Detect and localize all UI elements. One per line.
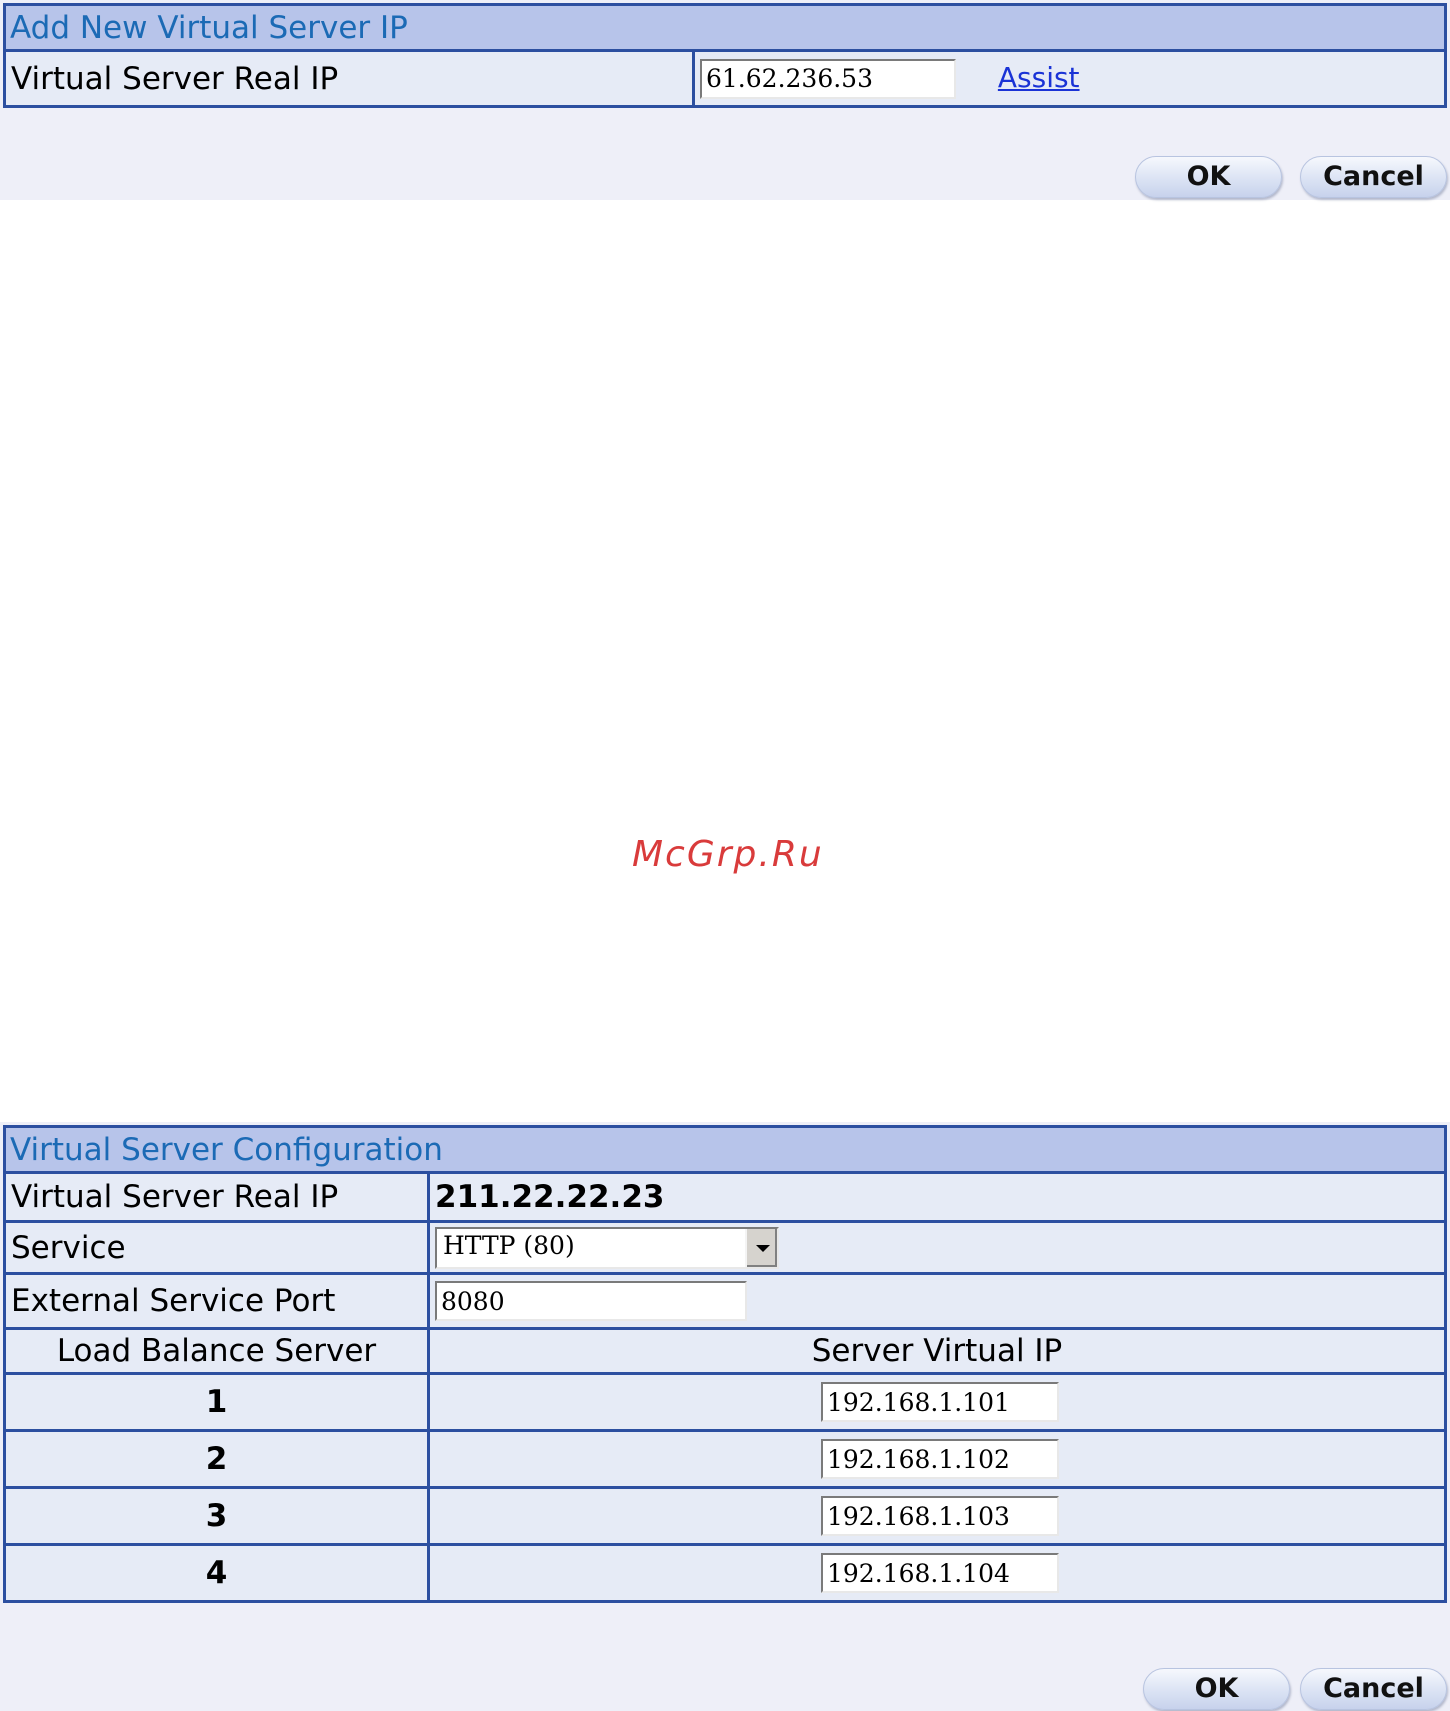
table-row: 3 [3, 1486, 1447, 1546]
server-ip-input[interactable] [821, 1496, 1059, 1536]
add-virtual-server-panel: Add New Virtual Server IP Virtual Server… [0, 0, 1450, 200]
external-port-label: External Service Port [3, 1272, 430, 1330]
service-select[interactable]: HTTP (80) [435, 1226, 779, 1269]
table-row: 4 [3, 1543, 1447, 1603]
server-ip-input[interactable] [821, 1553, 1059, 1593]
add-virtual-server-table: Add New Virtual Server IP Virtual Server… [3, 3, 1447, 108]
cancel-button[interactable]: Cancel [1300, 1668, 1447, 1710]
watermark-text: McGrp.Ru [632, 834, 824, 875]
add-panel-title: Add New Virtual Server IP [3, 3, 1447, 52]
real-ip-input[interactable] [700, 58, 956, 99]
assist-link[interactable]: Assist [998, 61, 1080, 94]
server-ip-input[interactable] [821, 1382, 1059, 1422]
server-index: 4 [3, 1543, 430, 1603]
config-panel-title: Virtual Server Configuration [3, 1125, 1447, 1174]
real-ip-cell: Assist [692, 49, 1447, 108]
external-port-cell [427, 1272, 1447, 1330]
virtual-server-config-panel: Virtual Server Configuration Virtual Ser… [0, 1122, 1450, 1711]
server-index: 1 [3, 1372, 430, 1432]
service-label: Service [3, 1220, 430, 1275]
config-real-ip-value: 211.22.22.23 [427, 1171, 1447, 1223]
server-ip-cell [427, 1543, 1447, 1603]
real-ip-label: Virtual Server Real IP [3, 49, 695, 108]
server-index: 2 [3, 1429, 430, 1489]
server-index: 3 [3, 1486, 430, 1546]
server-ip-cell [427, 1486, 1447, 1546]
service-selected-value: HTTP (80) [443, 1230, 575, 1260]
config-real-ip-label: Virtual Server Real IP [3, 1171, 430, 1223]
table-row: 1 [3, 1372, 1447, 1432]
ok-button[interactable]: OK [1143, 1668, 1290, 1710]
server-ip-cell [427, 1429, 1447, 1489]
ok-button[interactable]: OK [1135, 156, 1282, 198]
chevron-down-icon[interactable] [745, 1228, 777, 1267]
virtual-server-config-table: Virtual Server Configuration Virtual Ser… [3, 1125, 1447, 1603]
server-virtual-ip-header: Server Virtual IP [427, 1327, 1447, 1375]
cancel-button[interactable]: Cancel [1300, 156, 1447, 198]
load-balance-header: Load Balance Server [3, 1327, 430, 1375]
server-ip-cell [427, 1372, 1447, 1432]
server-ip-input[interactable] [821, 1439, 1059, 1479]
external-port-input[interactable] [435, 1281, 747, 1321]
table-row: 2 [3, 1429, 1447, 1489]
service-cell: HTTP (80) [427, 1220, 1447, 1275]
